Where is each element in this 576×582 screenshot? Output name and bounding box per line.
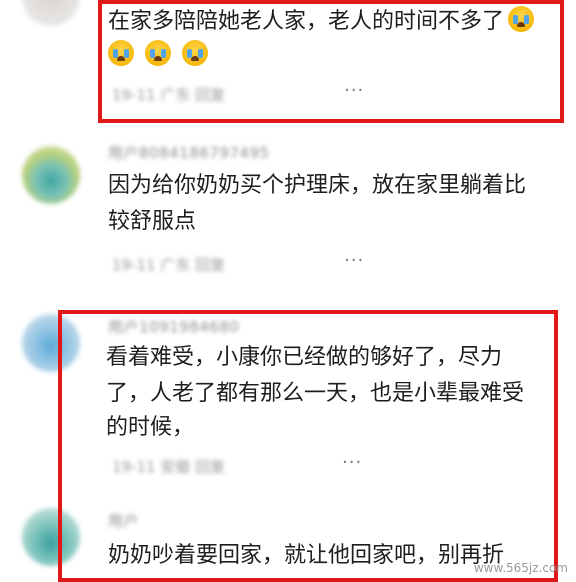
comment-text-line2: 较舒服点 <box>108 209 197 234</box>
highlight-box <box>98 0 564 123</box>
watermark: www.565jz.com <box>473 561 568 575</box>
comment-item: 在家多陪陪她老人家，老人的时间不多了 19-11 广东 回复 ··· <box>0 0 576 130</box>
avatar[interactable] <box>22 0 80 26</box>
avatar[interactable] <box>22 146 80 204</box>
comment-author[interactable]: 用户8084186797495 <box>108 142 270 163</box>
highlight-box <box>58 310 558 582</box>
more-options-icon[interactable]: ··· <box>344 250 364 271</box>
comment-text: 因为给你奶奶买个护理床，放在家里躺着比 <box>108 173 527 198</box>
comment-item: 用户8084186797495 因为给你奶奶买个护理床，放在家里躺着比 较舒服点… <box>0 130 576 290</box>
comment-meta: 19-11 广东 回复 <box>112 256 226 274</box>
